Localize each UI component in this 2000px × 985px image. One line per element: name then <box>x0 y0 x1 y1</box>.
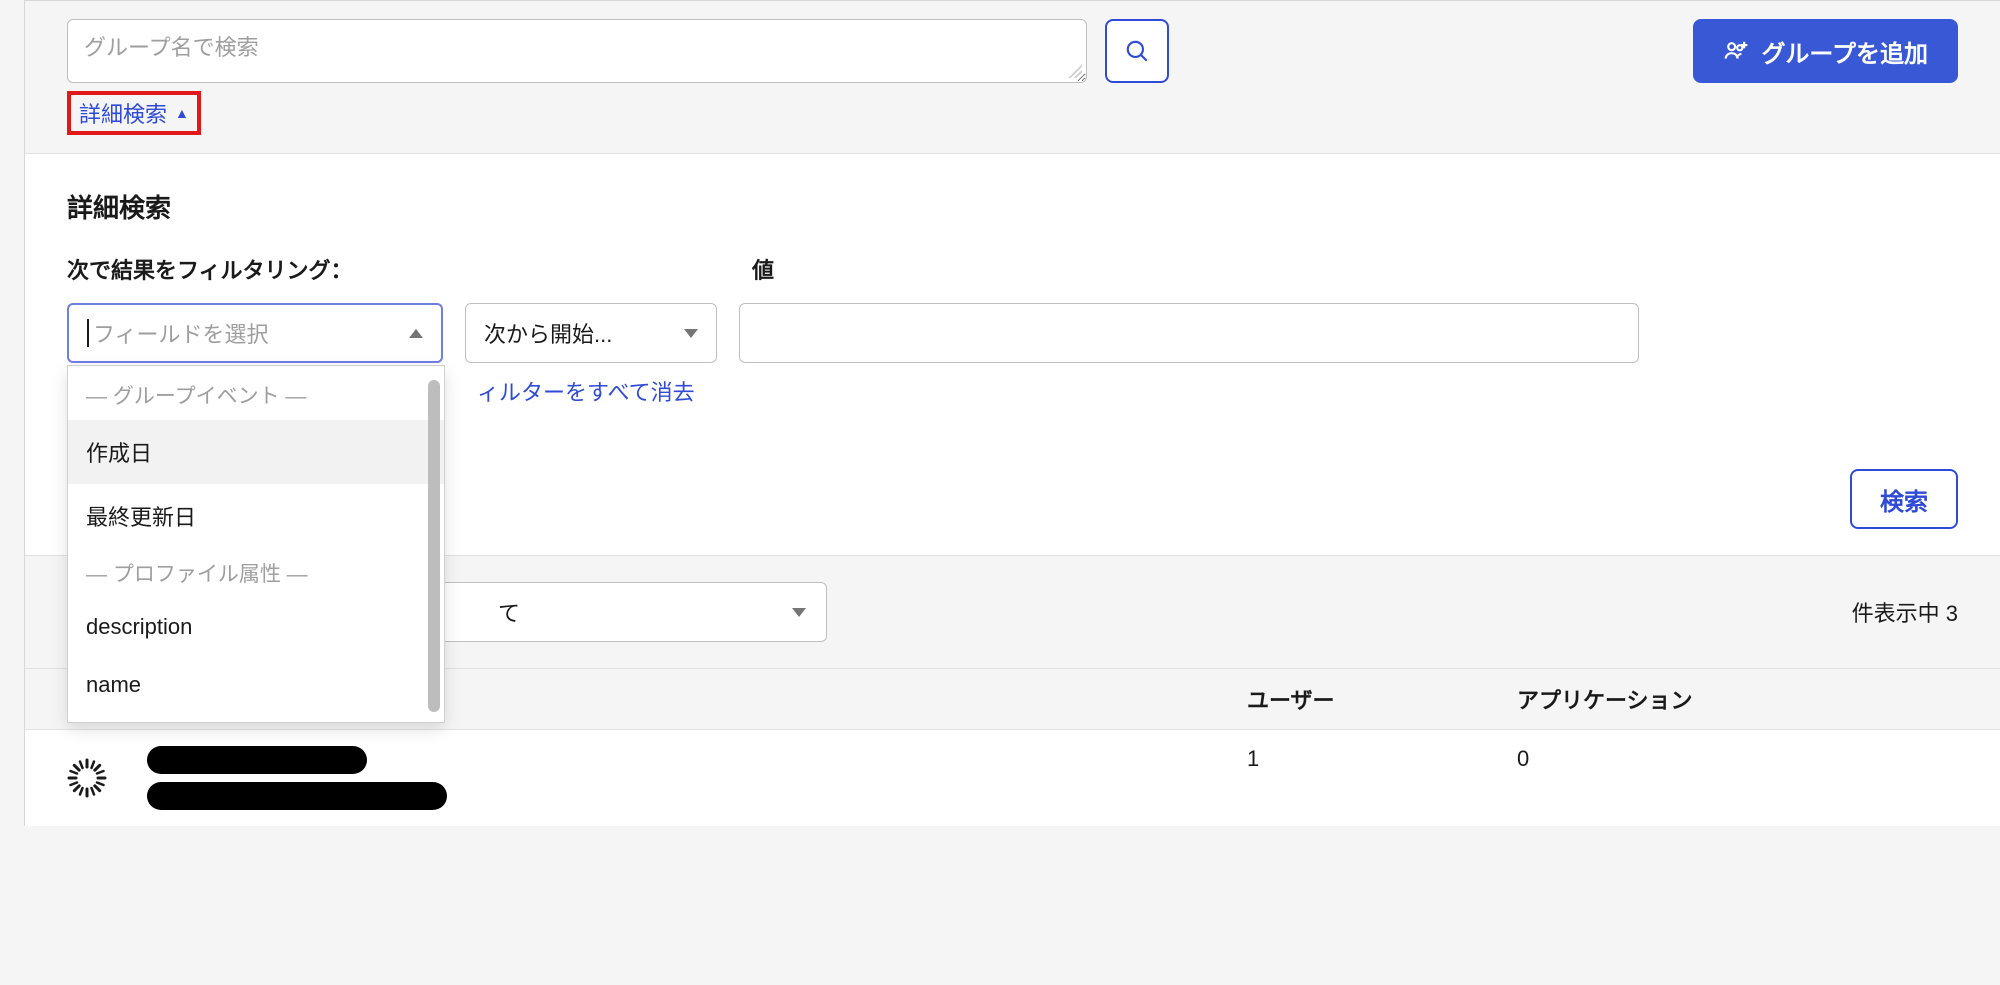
chevron-down-icon <box>684 329 698 338</box>
advanced-search-title: 詳細検索 <box>67 188 1958 225</box>
dropdown-group-profile: — プロファイル属性 — <box>68 548 444 598</box>
loading-spinner-icon <box>67 758 107 798</box>
dropdown-item-name[interactable]: name <box>68 656 444 714</box>
caret-up-icon: ▲ <box>175 105 189 121</box>
filter-by-label: 次で結果をフィルタリング： <box>67 253 752 285</box>
advanced-search-panel: 詳細検索 次で結果をフィルタリング： 値 フィールドを選択 — グループイベント… <box>25 153 2000 556</box>
search-placeholder: グループ名で検索 <box>84 35 259 60</box>
redacted-group-desc <box>147 782 447 810</box>
field-dropdown: — グループイベント — 作成日 最終更新日 — プロファイル属性 — desc… <box>67 365 445 723</box>
operator-select[interactable]: 次から開始... <box>465 303 717 363</box>
field-select-placeholder: フィールドを選択 <box>93 317 269 349</box>
search-submit-button[interactable]: 検索 <box>1850 469 1958 529</box>
search-button[interactable] <box>1105 19 1169 83</box>
dropdown-item-created[interactable]: 作成日 <box>68 420 444 484</box>
add-group-icon <box>1723 38 1749 64</box>
scrollbar[interactable] <box>428 380 440 712</box>
chevron-down-icon <box>792 608 806 617</box>
field-select[interactable]: フィールドを選択 — グループイベント — 作成日 最終更新日 — プロファイル… <box>67 303 443 363</box>
operator-select-label: 次から開始... <box>484 317 612 349</box>
value-input[interactable] <box>739 303 1639 363</box>
search-icon <box>1124 38 1150 64</box>
type-filter-visible-text: て <box>498 596 520 628</box>
table-row[interactable]: 1 0 <box>25 730 2000 826</box>
column-applications: アプリケーション <box>1517 683 1958 715</box>
advanced-search-toggle[interactable]: 詳細検索 ▲ <box>79 97 189 129</box>
redacted-group-name <box>147 746 367 774</box>
dropdown-group-events: — グループイベント — <box>68 370 444 420</box>
add-group-label: グループを追加 <box>1761 34 1928 69</box>
add-group-button[interactable]: グループを追加 <box>1693 19 1958 83</box>
dropdown-item-updated[interactable]: 最終更新日 <box>68 484 444 548</box>
text-cursor <box>87 319 89 347</box>
row-user-count: 1 <box>1247 742 1517 772</box>
advanced-search-toggle-highlight: 詳細検索 ▲ <box>67 91 201 135</box>
advanced-search-toggle-label: 詳細検索 <box>79 97 167 129</box>
clear-filters-link[interactable]: ィルターをすべて消去 <box>477 375 1958 407</box>
value-label: 値 <box>752 253 774 285</box>
group-search-input[interactable]: グループ名で検索 <box>67 19 1087 83</box>
results-count: 件表示中 3 <box>1852 596 1958 628</box>
row-app-count: 0 <box>1517 742 1958 772</box>
column-users: ユーザー <box>1247 683 1517 715</box>
dropdown-item-description[interactable]: description <box>68 598 444 656</box>
chevron-up-icon <box>409 329 423 338</box>
